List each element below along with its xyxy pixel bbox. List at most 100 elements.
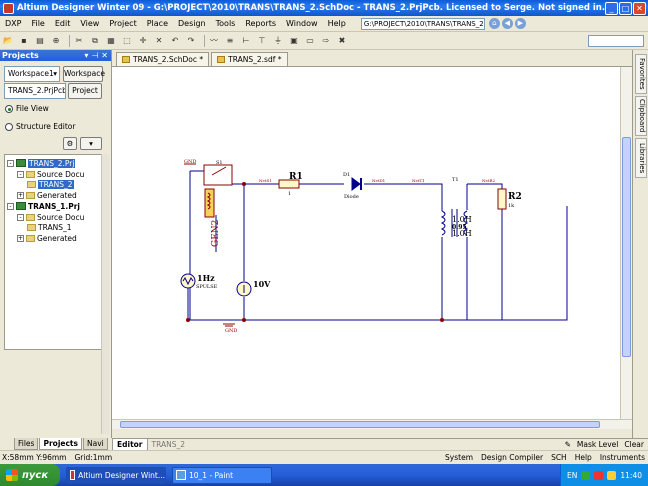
- expand-icon[interactable]: +: [17, 191, 24, 199]
- select-icon[interactable]: ⬚: [121, 35, 133, 47]
- sheet-symbol-icon[interactable]: ▭: [304, 35, 316, 47]
- collapse-icon[interactable]: -: [17, 213, 24, 221]
- bus-icon[interactable]: ≡: [224, 35, 236, 47]
- zoom-icon[interactable]: ⊕: [50, 35, 62, 47]
- maximize-button[interactable]: □: [619, 1, 632, 15]
- panel-menu-icon[interactable]: ▾: [84, 51, 88, 60]
- tree-item-folder[interactable]: + Generated: [17, 233, 77, 243]
- paste-icon[interactable]: ▦: [105, 35, 117, 47]
- schematic-canvas[interactable]: R1 1 R2 1k D1 Diode S1 GND GND 1Hz SPULS…: [112, 67, 620, 419]
- undo-icon[interactable]: ↶: [169, 35, 181, 47]
- document-path-field[interactable]: G:\PROJECT\2010\TRANS\TRANS_2.S: [360, 17, 485, 30]
- tree-item-project[interactable]: - TRANS_2.Prj: [7, 158, 76, 168]
- minimize-button[interactable]: _: [605, 1, 618, 15]
- panel-pin-icon[interactable]: ⊣: [91, 51, 98, 60]
- save-icon[interactable]: ▪: [18, 35, 30, 47]
- tab-libraries[interactable]: Libraries: [635, 138, 647, 178]
- open-folder-icon[interactable]: 📂: [2, 35, 14, 47]
- wire-icon[interactable]: 〰: [208, 35, 220, 47]
- tab-clipboard[interactable]: Clipboard: [635, 96, 647, 136]
- canvas-vertical-scrollbar[interactable]: [620, 67, 632, 419]
- canvas-horizontal-scrollbar[interactable]: [112, 419, 632, 429]
- menu-tools[interactable]: Tools: [211, 19, 241, 28]
- ground-icon[interactable]: ⏚: [272, 35, 284, 47]
- tree-item-folder[interactable]: - Source Docu: [17, 169, 84, 179]
- mask-level-button[interactable]: Mask Level: [577, 440, 619, 449]
- tab-sdf[interactable]: TRANS_2.sdf *: [211, 52, 288, 66]
- tree-item-folder[interactable]: + Generated: [17, 190, 77, 200]
- tree-item-folder[interactable]: - Source Docu: [17, 212, 84, 222]
- project-select[interactable]: TRANS_2.PrjPcb: [4, 83, 66, 99]
- tab-navigator[interactable]: Navi: [82, 438, 108, 450]
- menu-view[interactable]: View: [75, 19, 104, 28]
- clock[interactable]: 11:40: [620, 471, 642, 480]
- tab-projects[interactable]: Projects: [39, 438, 82, 450]
- clear-button[interactable]: Clear: [624, 440, 644, 449]
- print-icon[interactable]: ▤: [34, 35, 46, 47]
- structure-editor-radio[interactable]: Structure Editor: [5, 122, 75, 131]
- move-icon[interactable]: ✛: [137, 35, 149, 47]
- tree-item-project[interactable]: - TRANS_1.Prj: [7, 201, 80, 211]
- language-indicator[interactable]: EN: [567, 471, 577, 480]
- collapse-icon[interactable]: -: [7, 159, 14, 167]
- panel-options-icon[interactable]: ▾: [80, 137, 102, 150]
- tab-files[interactable]: Files: [14, 438, 39, 450]
- tree-item-label: TRANS_2: [38, 179, 74, 189]
- status-sch[interactable]: SCH: [551, 453, 567, 462]
- scroll-thumb[interactable]: [622, 137, 631, 357]
- close-button[interactable]: ✕: [633, 1, 646, 15]
- menu-place[interactable]: Place: [142, 19, 173, 28]
- tree-item-document[interactable]: TRANS_2: [27, 179, 74, 189]
- menu-edit[interactable]: Edit: [50, 19, 76, 28]
- menu-design[interactable]: Design: [173, 19, 211, 28]
- collapse-icon[interactable]: -: [7, 202, 14, 210]
- copy-icon[interactable]: ⧉: [89, 35, 101, 47]
- menu-window[interactable]: Window: [281, 19, 323, 28]
- tab-trans2[interactable]: TRANS_2: [148, 439, 190, 450]
- menu-reports[interactable]: Reports: [240, 19, 281, 28]
- power-port-icon[interactable]: ⊤: [256, 35, 268, 47]
- panel-tool-icon[interactable]: ⚙: [63, 137, 77, 150]
- collapse-icon[interactable]: -: [17, 170, 24, 178]
- port-icon[interactable]: ⇨: [320, 35, 332, 47]
- file-view-radio[interactable]: File View: [5, 104, 49, 113]
- part-icon[interactable]: ▣: [288, 35, 300, 47]
- redo-icon[interactable]: ↷: [185, 35, 197, 47]
- volume-icon[interactable]: [607, 470, 617, 480]
- menu-help[interactable]: Help: [323, 19, 351, 28]
- scroll-thumb[interactable]: [120, 421, 600, 428]
- no-erc-icon[interactable]: ✖: [336, 35, 348, 47]
- status-help[interactable]: Help: [575, 453, 592, 462]
- network-icon[interactable]: [581, 470, 591, 480]
- net-label-icon[interactable]: ⊢: [240, 35, 252, 47]
- forward-icon[interactable]: ▶: [514, 18, 526, 29]
- back-icon[interactable]: ◀: [501, 18, 513, 29]
- status-design-compiler[interactable]: Design Compiler: [481, 453, 543, 462]
- taskbar-item-paint[interactable]: 10_1 - Paint: [172, 466, 272, 484]
- expand-icon[interactable]: +: [17, 234, 24, 242]
- panel-close-icon[interactable]: ✕: [101, 51, 108, 60]
- home-icon[interactable]: ⌂: [488, 18, 500, 29]
- menu-dxp[interactable]: DXP: [0, 19, 26, 28]
- tree-item-document[interactable]: TRANS_1: [27, 222, 72, 232]
- tab-favorites[interactable]: Favorites: [635, 54, 647, 94]
- project-button[interactable]: Project: [68, 83, 102, 99]
- workspace-select[interactable]: Workspace1 ▾: [4, 66, 60, 82]
- diode-d1: [351, 177, 362, 191]
- panel-scrollbar[interactable]: [101, 154, 109, 434]
- status-system[interactable]: System: [445, 453, 473, 462]
- status-instruments[interactable]: Instruments: [600, 453, 645, 462]
- start-button[interactable]: пуск: [0, 464, 60, 486]
- toolbar-dropdown[interactable]: [588, 34, 644, 47]
- cut-icon[interactable]: ✂: [73, 35, 85, 47]
- tab-editor[interactable]: Editor: [112, 438, 148, 451]
- tree-item-label: Source Docu: [37, 169, 85, 179]
- workspace-button[interactable]: Workspace: [63, 66, 105, 82]
- taskbar-item-altium[interactable]: Altium Designer Wint...: [66, 466, 166, 484]
- menu-file[interactable]: File: [26, 19, 49, 28]
- tab-schdoc[interactable]: TRANS_2.SchDoc *: [116, 52, 210, 66]
- security-icon[interactable]: [594, 470, 604, 480]
- brush-icon[interactable]: ✎: [565, 440, 571, 449]
- menu-project[interactable]: Project: [104, 19, 141, 28]
- deselect-icon[interactable]: ✕: [153, 35, 165, 47]
